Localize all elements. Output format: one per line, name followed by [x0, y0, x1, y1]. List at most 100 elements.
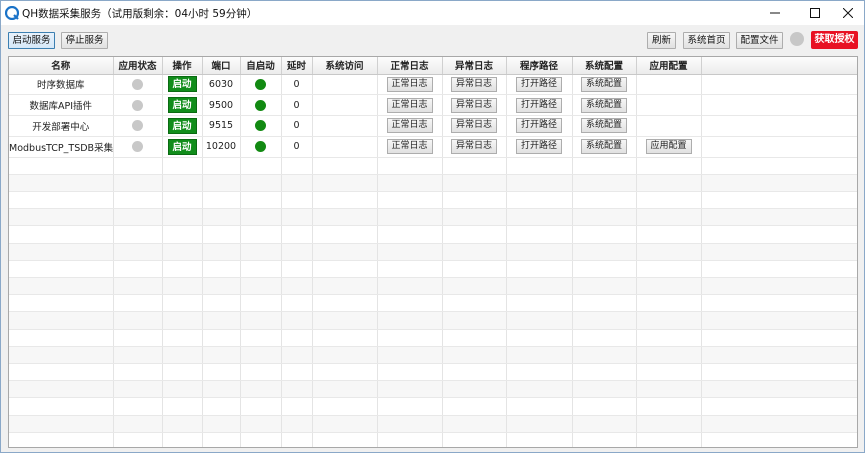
service-port: 10200 [202, 136, 241, 158]
global-status-indicator [790, 32, 804, 46]
system-access-cell[interactable] [312, 94, 378, 117]
service-delay: 0 [281, 115, 313, 137]
header-port[interactable]: 端口 [202, 57, 241, 75]
autostart-indicator[interactable] [255, 78, 266, 90]
system-access-cell[interactable] [312, 115, 378, 137]
system-access-cell[interactable] [312, 74, 378, 96]
header-system-config[interactable]: 系统配置 [572, 57, 637, 75]
service-delay: 0 [281, 136, 313, 158]
autostart-indicator[interactable] [255, 120, 266, 132]
open-path-button[interactable]: 打开路径 [516, 76, 562, 92]
empty-row [9, 260, 857, 279]
window-title: QH数据采集服务（试用版剩余：04小时 59分钟） [22, 8, 258, 20]
start-button[interactable]: 启动 [167, 97, 197, 114]
empty-row [9, 380, 857, 399]
empty-row [9, 329, 857, 347]
app-status-indicator [132, 120, 143, 132]
start-button[interactable]: 启动 [167, 138, 197, 155]
table-row[interactable]: 时序数据库 启动 6030 0 正常日志 异常日志 打开路径 系统配置 [9, 74, 857, 96]
empty-row [9, 243, 857, 261]
empty-row [9, 277, 857, 296]
table-row[interactable]: 开发部署中心 启动 9515 0 正常日志 异常日志 打开路径 系统配置 [9, 115, 857, 137]
service-name: 时序数据库 [9, 74, 114, 96]
app-config-button[interactable]: 应用配置 [645, 139, 692, 155]
error-log-button[interactable]: 异常日志 [451, 139, 497, 155]
start-service-button[interactable]: 启动服务 [8, 32, 55, 49]
system-config-button[interactable]: 系统配置 [581, 76, 627, 92]
system-config-button[interactable]: 系统配置 [581, 97, 627, 113]
table-row[interactable]: 数据库API插件 启动 9500 0 正常日志 异常日志 打开路径 系统配置 [9, 94, 857, 117]
open-path-button[interactable]: 打开路径 [516, 97, 562, 113]
empty-row [9, 415, 857, 433]
open-path-button[interactable]: 打开路径 [516, 139, 562, 155]
app-status-indicator [132, 78, 143, 90]
header-system-access[interactable]: 系统访问 [312, 57, 378, 75]
maximize-button[interactable] [798, 1, 832, 25]
system-home-button[interactable]: 系统首页 [683, 32, 730, 49]
close-icon [843, 8, 853, 18]
table-row[interactable]: ModbusTCP_TSDB采集 启动 10200 0 正常日志 异常日志 打开… [9, 136, 857, 158]
table-header-row: 名称 应用状态 操作 端口 自启动 延时 系统访问 正常日志 异常日志 程序路径… [9, 57, 857, 75]
app-config-cell [636, 94, 702, 117]
empty-row [9, 432, 857, 447]
header-delay[interactable]: 延时 [281, 57, 313, 75]
empty-row [9, 346, 857, 364]
normal-log-button[interactable]: 正常日志 [386, 118, 433, 134]
empty-row [9, 191, 857, 210]
start-button[interactable]: 启动 [167, 76, 197, 93]
service-port: 6030 [202, 74, 241, 96]
empty-row [9, 397, 857, 416]
close-button[interactable] [831, 1, 865, 25]
system-access-cell[interactable] [312, 136, 378, 158]
error-log-button[interactable]: 异常日志 [451, 118, 497, 134]
header-program-path[interactable]: 程序路径 [506, 57, 573, 75]
header-filler [701, 57, 857, 75]
header-normal-log[interactable]: 正常日志 [377, 57, 443, 75]
minimize-button[interactable] [758, 1, 792, 25]
error-log-button[interactable]: 异常日志 [451, 97, 497, 113]
minimize-icon [770, 12, 780, 14]
service-delay: 0 [281, 94, 313, 117]
empty-row [9, 363, 857, 382]
service-port: 9500 [202, 94, 241, 117]
app-config-cell [636, 74, 702, 96]
header-autostart[interactable]: 自启动 [240, 57, 282, 75]
app-window: QH数据采集服务（试用版剩余：04小时 59分钟） 启动服务 停止服务 刷新 系… [0, 0, 865, 453]
service-port: 9515 [202, 115, 241, 137]
qh-logo-icon [5, 6, 19, 20]
service-name: 数据库API插件 [9, 94, 114, 117]
service-name: ModbusTCP_TSDB采集 [9, 136, 114, 158]
app-status-indicator [132, 141, 143, 153]
empty-row [9, 294, 857, 313]
normal-log-button[interactable]: 正常日志 [386, 76, 433, 92]
header-action[interactable]: 操作 [162, 57, 203, 75]
empty-row [9, 174, 857, 193]
title-bar[interactable]: QH数据采集服务（试用版剩余：04小时 59分钟） [1, 1, 864, 25]
services-grid[interactable]: 名称 应用状态 操作 端口 自启动 延时 系统访问 正常日志 异常日志 程序路径… [8, 56, 858, 448]
normal-log-button[interactable]: 正常日志 [386, 97, 433, 113]
start-button[interactable]: 启动 [167, 117, 197, 134]
open-path-button[interactable]: 打开路径 [516, 118, 562, 134]
config-file-button[interactable]: 配置文件 [736, 32, 783, 49]
service-delay: 0 [281, 74, 313, 96]
refresh-button[interactable]: 刷新 [647, 32, 676, 49]
header-app-config[interactable]: 应用配置 [636, 57, 702, 75]
maximize-icon [810, 8, 820, 18]
service-name: 开发部署中心 [9, 115, 114, 137]
error-log-button[interactable]: 异常日志 [451, 76, 497, 92]
app-status-indicator [132, 99, 143, 111]
system-config-button[interactable]: 系统配置 [581, 118, 627, 134]
header-app-status[interactable]: 应用状态 [113, 57, 163, 75]
get-license-button[interactable]: 获取授权 [811, 31, 858, 49]
app-config-cell [636, 115, 702, 137]
autostart-indicator[interactable] [255, 141, 266, 153]
empty-row [9, 225, 857, 244]
header-error-log[interactable]: 异常日志 [442, 57, 507, 75]
empty-row [9, 208, 857, 227]
stop-service-button[interactable]: 停止服务 [61, 32, 108, 49]
header-name[interactable]: 名称 [9, 57, 114, 75]
normal-log-button[interactable]: 正常日志 [386, 139, 433, 155]
empty-row [9, 157, 857, 175]
autostart-indicator[interactable] [255, 99, 266, 111]
system-config-button[interactable]: 系统配置 [581, 139, 627, 155]
